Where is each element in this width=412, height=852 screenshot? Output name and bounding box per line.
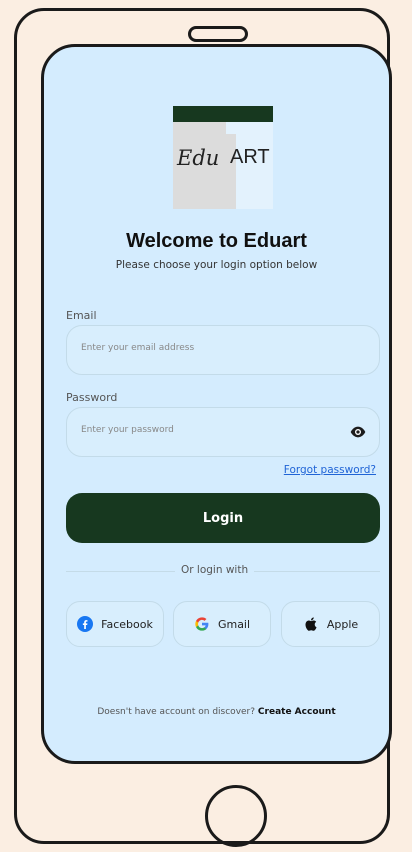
create-account-link[interactable]: Create Account: [258, 707, 336, 717]
footer-text: Doesn't have account on discover? Create…: [44, 707, 389, 717]
home-button[interactable]: [205, 785, 267, 847]
logo-art-text: ART: [230, 146, 270, 168]
facebook-login-button[interactable]: Facebook: [66, 601, 164, 647]
app-logo: Edu ART: [173, 106, 273, 209]
email-field[interactable]: Enter your email address: [66, 325, 380, 375]
eye-icon[interactable]: [350, 424, 366, 440]
apple-login-button[interactable]: Apple: [281, 601, 380, 647]
gmail-label: Gmail: [217, 617, 251, 631]
email-label: Email: [66, 309, 97, 322]
login-button[interactable]: Login: [66, 493, 380, 543]
gmail-login-button[interactable]: Gmail: [173, 601, 271, 647]
password-field[interactable]: Enter your password: [66, 407, 380, 457]
page-title: Welcome to Eduart: [126, 230, 307, 252]
phone-speaker: [188, 26, 248, 42]
apple-label: Apple: [326, 617, 359, 631]
facebook-label: Facebook: [101, 617, 153, 631]
email-placeholder: Enter your email address: [81, 343, 195, 353]
facebook-icon: [77, 616, 94, 632]
forgot-password-link[interactable]: Forgot password?: [284, 464, 376, 476]
footer-prompt: Doesn't have account on discover?: [97, 707, 256, 717]
or-login-with-text: Or login with: [175, 564, 255, 576]
password-placeholder: Enter your password: [81, 425, 174, 435]
google-icon: [195, 617, 209, 631]
phone-screen: Edu ART Welcome to Eduart Please choose …: [41, 44, 392, 764]
page-subtitle: Please choose your login option below: [115, 259, 318, 271]
apple-icon: [305, 617, 317, 631]
password-label: Password: [66, 391, 118, 404]
logo-script-text: Edu: [177, 146, 220, 170]
